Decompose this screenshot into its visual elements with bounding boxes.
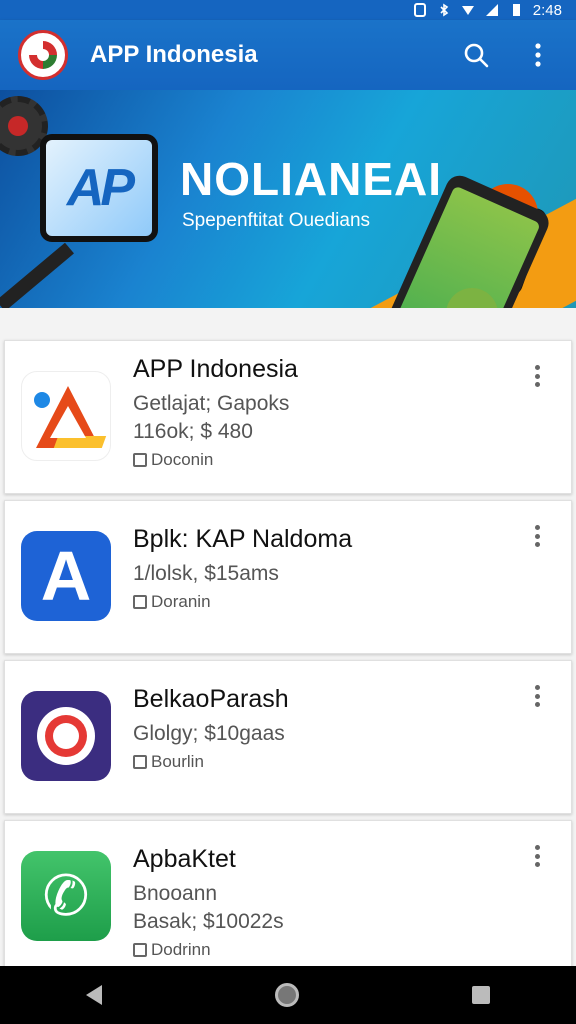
- developer-icon: [133, 453, 147, 467]
- bluetooth-icon: [437, 3, 451, 17]
- item-menu-button[interactable]: [527, 681, 547, 711]
- wifi-icon: [461, 3, 475, 17]
- app-developer: Dodrinn: [133, 940, 521, 960]
- search-icon: [464, 43, 489, 68]
- banner-subtitle: Spepenftitat Ouedians: [182, 210, 371, 231]
- app-name: BelkaoParash: [133, 685, 289, 713]
- app-developer: Doconin: [133, 450, 521, 470]
- item-menu-button[interactable]: [527, 361, 547, 391]
- item-menu-button[interactable]: [527, 841, 547, 871]
- search-button[interactable]: [456, 35, 496, 75]
- banner-app-card: AP: [40, 134, 158, 242]
- banner-title: NOLIANEAI: [180, 153, 442, 205]
- app-price: 116ok; $ 480: [133, 420, 253, 443]
- app-title: APP Indonesia: [90, 41, 258, 68]
- app-name: ApbaKtet: [133, 845, 236, 873]
- overflow-menu-button[interactable]: [518, 35, 558, 75]
- battery-icon: [509, 3, 523, 17]
- signal-icon: [485, 3, 499, 17]
- developer-name: Bourlin: [151, 752, 204, 771]
- phone-app-icon: ✆: [21, 851, 111, 941]
- list-item[interactable]: A Bplk: KAP Naldoma 1/lolsk, $15ams Dora…: [4, 500, 572, 654]
- app-detail: Getlajat; Gapoks: [133, 392, 290, 415]
- app-name: APP Indonesia: [133, 355, 298, 383]
- letter-a-app-icon: A: [21, 531, 111, 621]
- app-developer: Bourlin: [133, 752, 521, 772]
- developer-name: Dodrinn: [151, 940, 211, 959]
- triangle-app-icon: [21, 371, 111, 461]
- app-bar: APP Indonesia: [0, 20, 576, 90]
- list-item[interactable]: BelkaoParash Glolgy; $10gaas Bourlin: [4, 660, 572, 814]
- developer-icon: [133, 943, 147, 957]
- developer-icon: [133, 755, 147, 769]
- sim-icon: [413, 3, 427, 17]
- list-item[interactable]: APP Indonesia Getlajat; Gapoks 116ok; $ …: [4, 340, 572, 494]
- app-developer: Doranin: [133, 592, 521, 612]
- status-bar: 2:48: [0, 0, 576, 20]
- home-icon[interactable]: [274, 983, 299, 1007]
- ring-app-icon: [21, 691, 111, 781]
- developer-name: Doconin: [151, 450, 214, 469]
- app-price: Basak; $10022s: [133, 910, 284, 933]
- back-icon[interactable]: [86, 985, 103, 1005]
- item-menu-button[interactable]: [527, 521, 547, 551]
- system-nav-bar: [0, 966, 576, 1024]
- list-item[interactable]: ✆ ApbaKtet Bnooann Basak; $10022s Dodrin…: [4, 820, 572, 974]
- promo-banner[interactable]: AP NOLIANEAI Spepenftitat Ouedians: [0, 90, 576, 308]
- app-detail: 1/lolsk, $15ams: [133, 562, 279, 585]
- app-name: Bplk: KAP Naldoma: [133, 525, 353, 553]
- app-list: APP Indonesia Getlajat; Gapoks 116ok; $ …: [4, 340, 572, 980]
- banner-card-text: AP: [66, 159, 135, 217]
- magnifier-handle-decoration: [0, 242, 74, 308]
- app-detail: Bnooann: [133, 882, 218, 905]
- status-time: 2:48: [532, 1, 562, 19]
- app-detail: Glolgy; $10gaas: [133, 722, 285, 745]
- recent-apps-icon[interactable]: [471, 986, 490, 1004]
- more-vert-icon: [535, 43, 541, 67]
- developer-name: Doranin: [151, 592, 211, 611]
- developer-icon: [133, 595, 147, 609]
- app-logo-icon: [18, 30, 68, 80]
